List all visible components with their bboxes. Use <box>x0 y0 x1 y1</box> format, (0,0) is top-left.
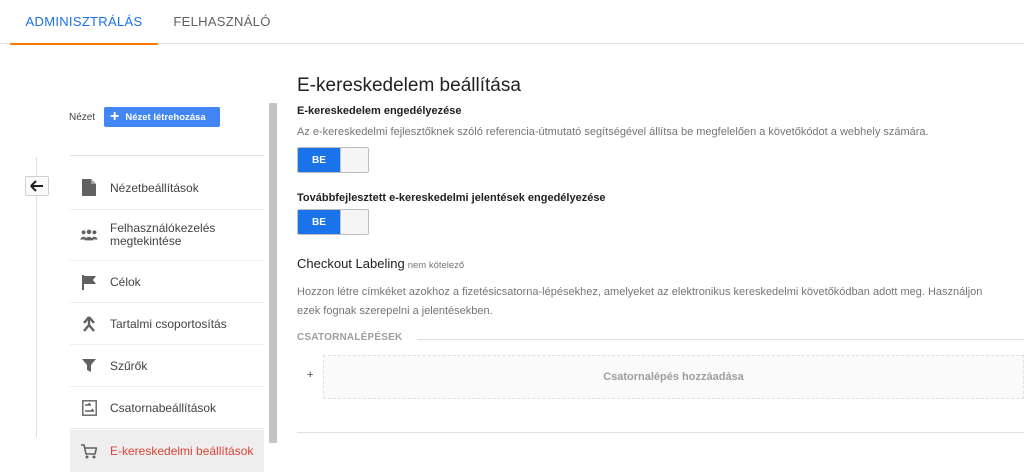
toggle-knob <box>340 148 368 172</box>
sidebar-scrollbar[interactable] <box>269 103 277 443</box>
sidebar-item-label: Szűrők <box>110 358 148 373</box>
funnel-steps-header: CSATORNALÉPÉSEK <box>297 332 403 343</box>
tab-administration[interactable]: ADMINISZTRÁLÁS <box>10 0 158 45</box>
filter-icon <box>80 357 98 375</box>
enhanced-ecommerce-toggle[interactable]: BE <box>297 209 369 235</box>
sidebar-item-filters[interactable]: Szűrők <box>70 345 264 387</box>
plus-icon: + <box>110 108 120 125</box>
sidebar-item-view-settings[interactable]: Nézetbeállítások <box>70 166 264 210</box>
add-step-plus[interactable]: + <box>307 369 313 381</box>
ecommerce-description: Az e-kereskedelmi fejlesztőknek szóló re… <box>297 126 929 138</box>
sidebar-item-label: Célok <box>110 274 141 289</box>
toggle-knob <box>340 210 368 234</box>
sidebar-item-goals[interactable]: Célok <box>70 261 264 303</box>
left-panel: Nézet + Nézet létrehozása Nézetbeállítás… <box>0 45 280 472</box>
checkout-description-line2: ezek fognak szerepelni a jelentésekben. <box>297 305 493 317</box>
sidebar-item-label: Felhasználókezelés megtekintése <box>110 221 216 248</box>
checkout-title-text: Checkout Labeling <box>297 256 405 271</box>
checkout-labeling-title: Checkout Labeling nem kötelező <box>297 256 464 271</box>
add-step-label: Csatornalépés hozzáadása <box>603 371 744 383</box>
sidebar-item-content-grouping[interactable]: Tartalmi csoportosítás <box>70 303 264 345</box>
document-icon <box>80 179 98 197</box>
view-label: Nézet <box>69 112 96 123</box>
ecommerce-heading: E-kereskedelem engedélyezése <box>297 105 462 117</box>
grouping-icon <box>80 315 98 333</box>
checkout-description: Hozzon létre címkéket azokhoz a fizetési… <box>297 283 1024 321</box>
back-arrow-button[interactable] <box>25 176 49 196</box>
ecommerce-toggle[interactable]: BE <box>297 147 369 173</box>
divider <box>70 155 264 156</box>
back-arrow-icon <box>30 180 43 192</box>
create-view-label: Nézet létrehozása <box>125 111 206 123</box>
tab-user[interactable]: FELHASZNÁLÓ <box>162 0 282 44</box>
channel-icon <box>80 399 98 417</box>
main-content: E-kereskedelem beállítása E-kereskedelem… <box>297 45 1024 437</box>
cart-icon <box>80 442 98 460</box>
sidebar-item-user-management[interactable]: Felhasználókezelés megtekintése <box>70 210 264 261</box>
page-title: E-kereskedelem beállítása <box>297 75 521 96</box>
divider <box>297 432 1024 433</box>
divider <box>417 339 1024 340</box>
sidebar-item-channel-settings[interactable]: Csatornabeállítások <box>70 387 264 429</box>
optional-label: nem kötelező <box>407 260 465 271</box>
create-view-button[interactable]: + Nézet létrehozása <box>104 107 220 127</box>
sidebar-item-ecommerce-settings[interactable]: E-kereskedelmi beállítások <box>70 430 264 472</box>
sidebar-item-label: E-kereskedelmi beállítások <box>110 444 254 458</box>
add-funnel-step-button[interactable]: Csatornalépés hozzáadása <box>323 355 1024 399</box>
top-tabbar: ADMINISZTRÁLÁS FELHASZNÁLÓ <box>0 0 1024 45</box>
toggle-on-label: BE <box>298 148 340 172</box>
people-icon <box>80 226 98 244</box>
sidebar-item-label: Tartalmi csoportosítás <box>110 316 227 331</box>
sidebar-item-label: Nézetbeállítások <box>110 180 199 195</box>
enhanced-ecommerce-heading: Továbbfejlesztett e-kereskedelmi jelenté… <box>297 192 606 204</box>
nav-tree-line <box>36 157 37 437</box>
flag-icon <box>80 273 98 291</box>
toggle-on-label: BE <box>298 210 340 234</box>
checkout-description-line1: Hozzon létre címkéket azokhoz a fizetési… <box>297 286 983 298</box>
sidebar-item-label: Csatornabeállítások <box>110 400 217 415</box>
